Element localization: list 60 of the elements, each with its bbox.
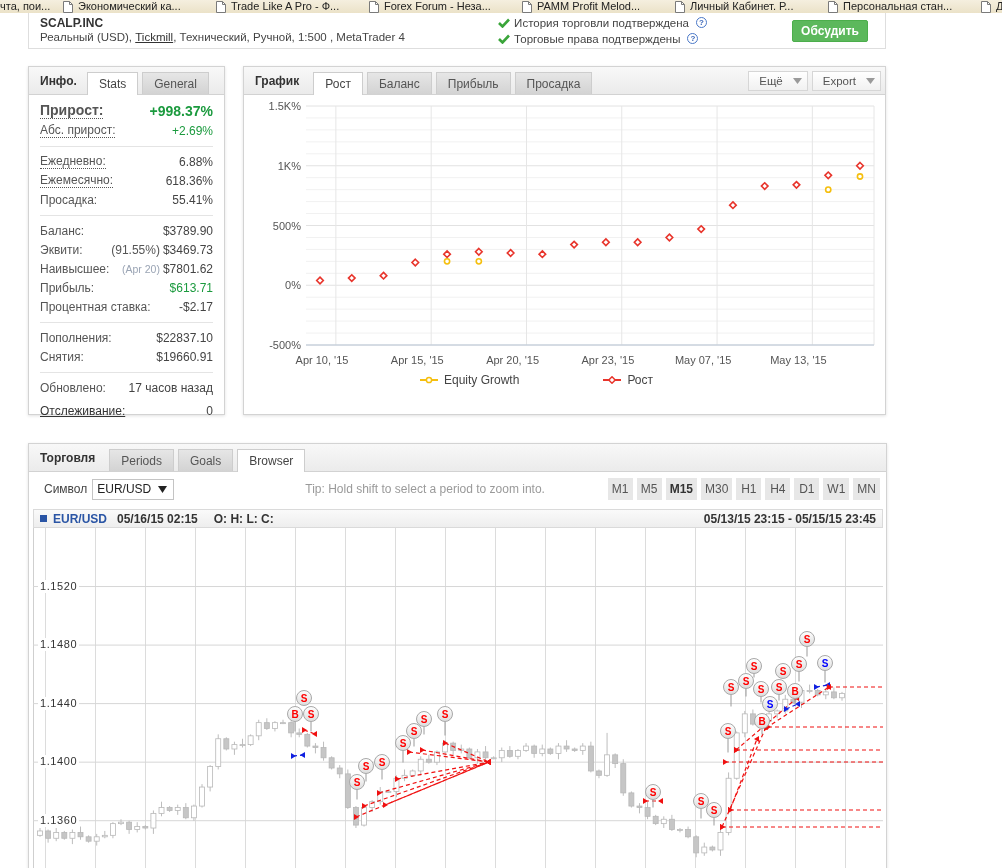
verification-text: История торговли подтверждена	[514, 15, 689, 30]
stat-value: $3469.73	[162, 242, 213, 257]
stat-label: Процентная ставка:	[40, 299, 151, 314]
verification-text: Торговые права подтверждены	[514, 31, 681, 46]
account-name: SCALP.INC	[40, 16, 105, 30]
price-label: 1.1440	[38, 696, 80, 710]
account-details: Реальный (USD), Tickmill, Технический, Ручной, 1:500 , MetaTrader 4	[40, 30, 406, 45]
cursor-time: 05/16/15 02:15	[117, 511, 198, 526]
stat-label: Эквити:	[40, 242, 83, 257]
stat-value: 6.88%	[178, 154, 213, 169]
axis-label: Apr 15, '15	[390, 354, 444, 366]
stat-value: 17 часов назад	[128, 380, 213, 395]
stat-label: Снятия:	[40, 349, 84, 364]
axis-label: Apr 10, '15	[295, 354, 349, 366]
stat-value: 0	[206, 403, 213, 418]
stat-value: +2.69%	[171, 123, 213, 138]
axis-label: Apr 20, '15	[486, 354, 539, 366]
panel-title: Инфо.	[40, 73, 77, 88]
panel-title: График	[255, 73, 300, 88]
stat-label: Просадка:	[40, 192, 98, 207]
stat-label: Обновлено:	[40, 380, 106, 395]
tip-text: Tip: Hold shift to select a period to zoom into.	[305, 482, 545, 496]
stat-value: $7801.62	[162, 261, 213, 276]
axis-label: 1.5K%	[268, 100, 301, 112]
stat-label: Ежедневно:	[40, 154, 106, 169]
stat-label: Наивысшее:	[40, 261, 110, 276]
stat-value: 55.41%	[172, 192, 213, 207]
stat-note: (91.55%)	[111, 242, 160, 257]
stat-label: Пополнения:	[40, 330, 112, 345]
stat-value: $19660.91	[156, 349, 213, 364]
stat-label: Прирост:	[40, 102, 104, 119]
stat-label: Ежемесячно:	[40, 173, 113, 188]
stat-value: +998.37%	[149, 102, 213, 119]
axis-label: 1K%	[277, 159, 301, 172]
axis-label: -500%	[269, 339, 301, 351]
date-range: 05/13/15 23:15 - 05/15/15 23:45	[703, 511, 876, 526]
stat-note: (Apr 20)	[122, 262, 160, 275]
ohlc-readout: O: H: L: C:	[213, 511, 274, 526]
legend-label: Рост	[627, 373, 654, 387]
legend-label: Equity Growth	[444, 373, 520, 387]
stat-value: $613.71	[169, 280, 213, 295]
axis-label: Apr 23, '15	[581, 354, 635, 366]
stat-label: Абс. прирост:	[40, 123, 116, 138]
price-label: 1.1480	[38, 638, 80, 652]
stat-value: 618.36%	[165, 173, 213, 188]
price-label: 1.1520	[38, 579, 80, 593]
axis-label: 0%	[285, 279, 301, 292]
price-label: 1.1360	[38, 813, 80, 827]
stat-label: Баланс:	[40, 223, 85, 238]
axis-label: May 07, '15	[674, 354, 732, 366]
panel-title: Торговля	[40, 450, 96, 465]
price-label: 1.1400	[38, 755, 80, 769]
axis-label: May 13, '15	[770, 354, 827, 366]
symbol-label: Символ	[44, 482, 88, 496]
stat-value: $3789.90	[162, 223, 213, 238]
stat-label: Прибыль:	[40, 280, 95, 295]
stat-value: -$2.17	[178, 299, 213, 314]
stat-value: $22837.10	[156, 330, 213, 345]
symbol-name: EUR/USD	[53, 511, 107, 526]
axis-label: 500%	[272, 219, 301, 232]
